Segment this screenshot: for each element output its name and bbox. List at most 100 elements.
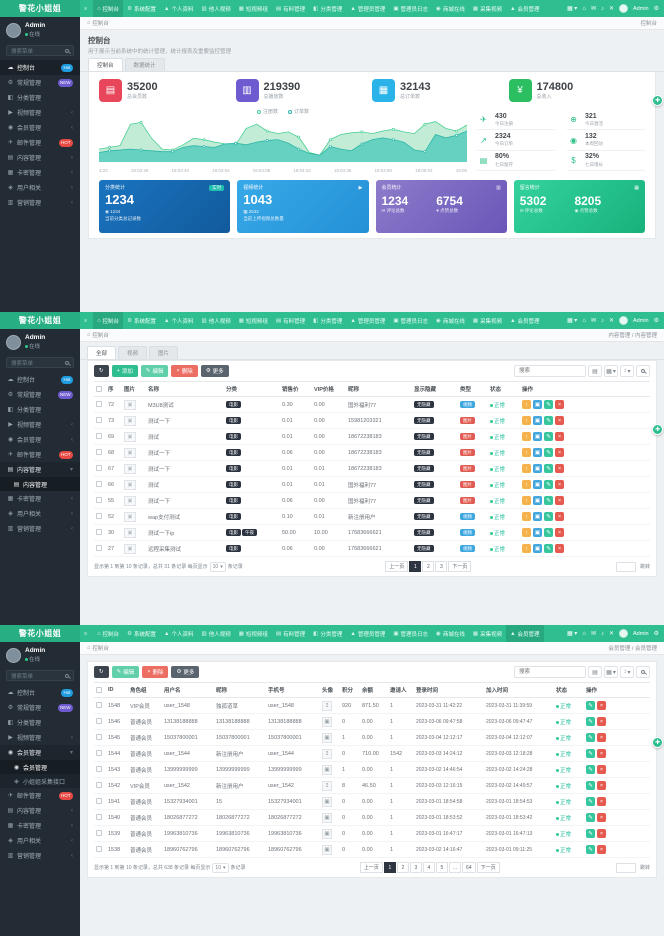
message-icon[interactable]: ✉ <box>591 317 596 324</box>
tab[interactable]: 全部 <box>87 346 116 359</box>
page-size-select[interactable]: 10▾ <box>210 562 226 572</box>
sidebar-item[interactable]: ▶ 视频管理 ‹ <box>0 730 80 745</box>
columns-button[interactable]: ▦▾ <box>604 365 618 377</box>
row-edit-button[interactable]: ✎ <box>544 512 553 521</box>
preview-button[interactable]: ▣ <box>533 416 542 425</box>
support-float-button[interactable]: ✚ <box>652 424 663 435</box>
row-checkbox[interactable] <box>96 481 102 487</box>
row-checkbox[interactable] <box>96 782 102 788</box>
row-delete-button[interactable]: × <box>555 480 564 489</box>
admin-avatar[interactable] <box>619 316 628 325</box>
nav-item[interactable]: ◉ 商城在线 <box>432 625 469 642</box>
pin-button[interactable]: ↑ <box>522 512 531 521</box>
row-edit-button[interactable]: ✎ <box>586 765 595 774</box>
row-checkbox[interactable] <box>96 814 102 820</box>
row-edit-button[interactable]: ✎ <box>586 845 595 854</box>
nav-item[interactable]: ◉ 商城在线 <box>432 0 469 17</box>
more-button[interactable]: ⚙更多 <box>201 365 229 377</box>
row-edit-button[interactable]: ✎ <box>586 829 595 838</box>
close-icon[interactable]: ✕ <box>609 317 614 324</box>
message-icon[interactable]: ✉ <box>591 5 596 12</box>
nav-item[interactable]: ◉ 商城在线 <box>432 312 469 329</box>
preview-button[interactable]: ▣ <box>533 512 542 521</box>
row-delete-button[interactable]: × <box>555 416 564 425</box>
close-icon[interactable]: ✕ <box>609 630 614 637</box>
page-button[interactable]: 2 <box>397 862 409 873</box>
preview-button[interactable]: ▣ <box>533 432 542 441</box>
nav-item[interactable]: ▤ 有料管理 <box>272 625 309 642</box>
sidebar-item[interactable]: ◈ 用户相关 ‹ <box>0 180 80 195</box>
table-row[interactable]: 1548 VIP会员 user_1548 独孤道草 user_1548 ↥ 92… <box>94 698 650 714</box>
preview-button[interactable]: ▣ <box>533 400 542 409</box>
nav-item[interactable]: ▲ 个人资料 <box>160 0 197 17</box>
row-checkbox[interactable] <box>96 846 102 852</box>
table-row[interactable]: 27 ▣ 远程采集测试 电影 0.06 0.00 17683666621 无隐藏… <box>94 541 650 557</box>
clipboard-button[interactable]: ▤ <box>588 365 602 377</box>
table-row[interactable]: 52 ▣ wap支付测试 电影 0.10 0.01 新注册用户 无隐藏 视频 正… <box>94 509 650 525</box>
pin-button[interactable]: ↑ <box>522 544 531 553</box>
row-checkbox[interactable] <box>96 766 102 772</box>
home-icon[interactable]: ⌂ <box>87 645 90 651</box>
table-row[interactable]: 1542 VIP会员 user_1542 新注册用户 user_1542 ↥ 8… <box>94 778 650 794</box>
preview-button[interactable]: ▣ <box>533 528 542 537</box>
row-edit-button[interactable]: ✎ <box>544 400 553 409</box>
sidebar-item[interactable]: ▥ 营销管理 ‹ <box>0 195 80 210</box>
row-delete-button[interactable]: × <box>597 701 606 710</box>
table-row[interactable]: 68 ▣ 测试一下 电影 0.06 0.00 18672238183 无隐藏 图… <box>94 445 650 461</box>
nav-item[interactable]: ▥ 他人视频 <box>197 625 234 642</box>
nav-item[interactable]: ▲ 管理员管理 <box>346 625 389 642</box>
table-row[interactable]: 1538 普通会员 18960762796 18960762796 189607… <box>94 842 650 858</box>
preview-button[interactable]: ▣ <box>533 464 542 473</box>
nav-item[interactable]: ≡ <box>80 0 93 17</box>
pin-button[interactable]: ↑ <box>522 528 531 537</box>
message-icon[interactable]: ✉ <box>591 630 596 637</box>
sidebar-search-input[interactable]: 搜索菜单 <box>6 670 74 681</box>
sidebar-item[interactable]: ✈ 邮件管理 HOT <box>0 788 80 803</box>
sidebar-item[interactable]: ◉ 会员管理 ‹ <box>0 120 80 135</box>
row-checkbox[interactable] <box>96 830 102 836</box>
page-button[interactable]: 2 <box>422 561 434 572</box>
row-edit-button[interactable]: ✎ <box>586 701 595 710</box>
pin-button[interactable]: ↑ <box>522 496 531 505</box>
sidebar-item[interactable]: ✈ 邮件管理 HOT <box>0 135 80 150</box>
page-button[interactable]: ... <box>449 862 461 873</box>
nav-item[interactable]: ▥ 他人视频 <box>197 312 234 329</box>
grid-menu-icon[interactable]: ▦ ▾ <box>567 630 577 637</box>
nav-item[interactable]: ▣ 管理员日志 <box>389 312 432 329</box>
sidebar-item[interactable]: ⚙ 常规管理 NEW <box>0 75 80 90</box>
row-edit-button[interactable]: ✎ <box>586 717 595 726</box>
row-delete-button[interactable]: × <box>555 400 564 409</box>
admin-menu[interactable]: Admin <box>633 318 649 324</box>
sidebar-item[interactable]: ▤ 内容管理 ‹ <box>0 150 80 165</box>
select-all-checkbox[interactable] <box>96 386 102 392</box>
table-row[interactable]: 66 ▣ 测试 电影 0.01 0.01 国外福利77 无隐藏 图片 正常 <box>94 477 650 493</box>
row-checkbox[interactable] <box>96 465 102 471</box>
sidebar-item[interactable]: ✈ 邮件管理 HOT <box>0 447 80 462</box>
admin-menu[interactable]: Admin <box>633 631 649 637</box>
support-float-button[interactable]: ✚ <box>652 95 663 106</box>
sidebar-profile[interactable]: Admin 在线 <box>0 642 80 668</box>
pin-button[interactable]: ↑ <box>522 400 531 409</box>
app-logo[interactable]: 警花小姐姐 <box>0 312 80 329</box>
refresh-button[interactable]: ↻ <box>94 365 109 377</box>
gear-icon[interactable]: ⚙ <box>654 317 659 324</box>
nav-item[interactable]: ≡ <box>80 625 93 642</box>
nav-item[interactable]: ▲ 会员管理 <box>506 625 543 642</box>
nav-item[interactable]: ▲ 个人资料 <box>160 625 197 642</box>
nav-item[interactable]: ▲ 会员管理 <box>506 312 543 329</box>
preview-button[interactable]: ▣ <box>533 448 542 457</box>
refresh-button[interactable]: ↻ <box>94 666 109 678</box>
sidebar-item[interactable]: ☁ 控制台 Hot <box>0 685 80 700</box>
export-button[interactable]: ↕▾ <box>620 365 634 377</box>
table-row[interactable]: 1544 普通会员 user_1544 新注册用户 user_1544 ↥ 0 … <box>94 746 650 762</box>
pin-button[interactable]: ↑ <box>522 480 531 489</box>
row-edit-button[interactable]: ✎ <box>544 432 553 441</box>
tab[interactable]: 数据统计 <box>125 58 165 71</box>
page-button[interactable]: 3 <box>410 862 422 873</box>
table-row[interactable]: 1541 普通会员 15327934001 15 15327934001 ▣ 0… <box>94 794 650 810</box>
row-checkbox[interactable] <box>96 718 102 724</box>
sidebar-item[interactable]: ▤ 内容管理 ▾ <box>0 462 80 477</box>
tab[interactable]: 控制台 <box>88 58 123 71</box>
page-button[interactable]: 下一页 <box>448 561 471 572</box>
home-icon[interactable]: ⌂ <box>87 332 90 338</box>
